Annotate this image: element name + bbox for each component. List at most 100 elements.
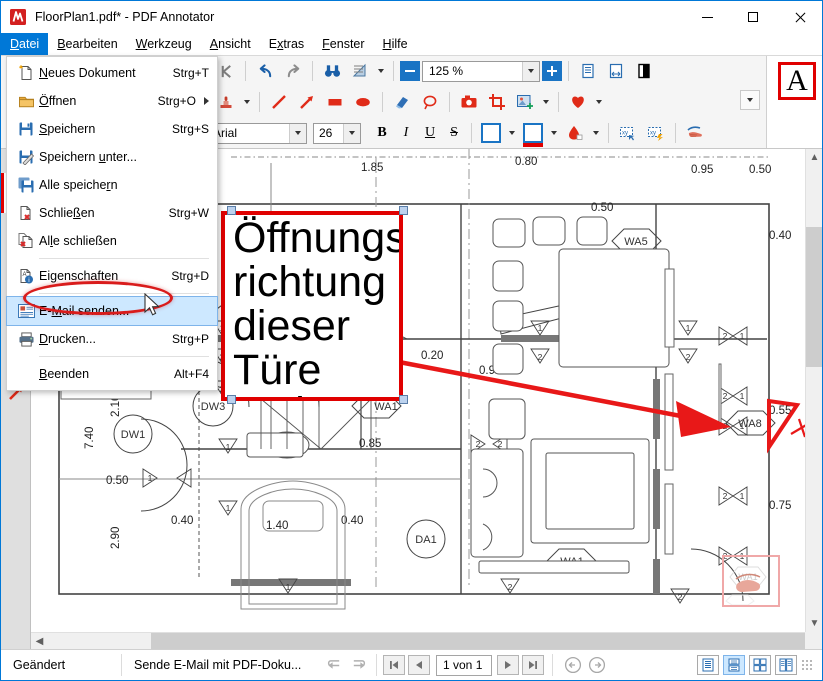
open-folder-icon: [13, 94, 39, 109]
page-presentation-button[interactable]: [347, 59, 373, 83]
fill-color-button[interactable]: [562, 121, 588, 145]
lasso-tool-button[interactable]: [417, 90, 443, 114]
scroll-up-button[interactable]: ▲: [806, 149, 822, 166]
maximize-button[interactable]: [730, 1, 776, 33]
xy-flash-button[interactable]: xy: [643, 121, 669, 145]
vertical-scroll-thumb[interactable]: [806, 227, 822, 367]
favorites-button[interactable]: [565, 90, 591, 114]
insert-image-dropdown[interactable]: [540, 90, 552, 114]
zoom-combobox[interactable]: 125 %: [422, 60, 540, 82]
view-continuous-button[interactable]: [723, 655, 745, 675]
menu-bearbeiten[interactable]: Bearbeiten: [48, 33, 126, 55]
arrow-tool-button[interactable]: [294, 90, 320, 114]
vertical-scrollbar[interactable]: ▲ ▼: [805, 149, 822, 632]
scroll-left-button[interactable]: ◀: [31, 633, 48, 649]
menu-item-oeffnen[interactable]: Öffnen Strg+O: [7, 87, 217, 115]
fit-width-button[interactable]: [603, 59, 629, 83]
menu-item-drucken[interactable]: Drucken... Strg+P: [7, 325, 217, 353]
bold-button[interactable]: B: [371, 122, 393, 144]
font-family-combobox[interactable]: Arial: [207, 122, 307, 144]
first-page-button[interactable]: [383, 655, 405, 675]
next-page-button[interactable]: [497, 655, 519, 675]
zoom-in-button[interactable]: [542, 61, 562, 81]
last-page-button[interactable]: [522, 655, 544, 675]
menu-item-eigenschaften[interactable]: Ai Eigenschaften Strg+D: [7, 262, 217, 290]
hand-swipe-button[interactable]: [682, 121, 708, 145]
view-book-button[interactable]: [775, 655, 797, 675]
eraser-tool-button[interactable]: [389, 90, 415, 114]
crop-tool-button[interactable]: [484, 90, 510, 114]
minimize-button[interactable]: [684, 1, 730, 33]
border-color-button[interactable]: [478, 121, 504, 145]
menu-ansicht[interactable]: Ansicht: [201, 33, 260, 55]
svg-text:1: 1: [148, 473, 153, 483]
fill-color-dropdown[interactable]: [590, 121, 602, 145]
back-arrow-icon: [564, 656, 582, 674]
line-tool-button[interactable]: [266, 90, 292, 114]
full-page-button[interactable]: [631, 59, 657, 83]
selection-handle[interactable]: [399, 395, 408, 404]
menu-item-beenden[interactable]: Beenden Alt+F4: [7, 360, 217, 388]
menu-item-speichern-unter[interactable]: Speichern unter...: [7, 143, 217, 171]
snapshot-tool-button[interactable]: [456, 90, 482, 114]
xy-select-button[interactable]: xy: [615, 121, 641, 145]
toolbar-overflow-button[interactable]: [740, 90, 760, 110]
menu-item-schliessen[interactable]: Schließen Strg+W: [7, 199, 217, 227]
view-single-page-button[interactable]: [697, 655, 719, 675]
redo-button[interactable]: [280, 59, 306, 83]
zoom-dropdown-arrow[interactable]: [522, 61, 539, 81]
chevron-down-icon: [747, 98, 753, 102]
menu-hilfe[interactable]: Hilfe: [374, 33, 417, 55]
text-color-dropdown[interactable]: [548, 121, 560, 145]
find-button[interactable]: [319, 59, 345, 83]
chevron-down-icon: [528, 69, 534, 73]
selection-handle[interactable]: [227, 206, 236, 215]
menu-item-neues-dokument[interactable]: Neues Dokument Strg+T: [7, 59, 217, 87]
font-size-combobox[interactable]: 26: [313, 122, 361, 144]
strikethrough-button[interactable]: S: [443, 122, 465, 144]
stamp-tool-dropdown[interactable]: [241, 90, 253, 114]
text-color-button[interactable]: [520, 121, 546, 147]
insert-image-button[interactable]: [512, 90, 538, 114]
resize-grip[interactable]: [801, 659, 813, 671]
next-view-button[interactable]: [346, 654, 370, 676]
menu-item-speichern[interactable]: Speichern Strg+S: [7, 115, 217, 143]
selection-handle[interactable]: [227, 395, 236, 404]
menu-item-shortcut: Strg+P: [171, 332, 209, 346]
ellipse-tool-button[interactable]: [350, 90, 376, 114]
page-presentation-dropdown[interactable]: [375, 59, 387, 83]
svg-text:0.40: 0.40: [171, 515, 193, 527]
selection-handle[interactable]: [399, 206, 408, 215]
close-button[interactable]: [776, 1, 822, 33]
border-color-dropdown[interactable]: [506, 121, 518, 145]
horizontal-scroll-thumb[interactable]: [151, 633, 805, 649]
favorites-dropdown[interactable]: [593, 90, 605, 114]
menu-werkzeug[interactable]: Werkzeug: [127, 33, 201, 55]
text-annotation-box[interactable]: Öffnungs- richtung dieser Türe ändern!: [221, 211, 403, 401]
zoom-out-button[interactable]: [400, 61, 420, 81]
scroll-down-button[interactable]: ▼: [806, 615, 822, 632]
forward-button[interactable]: [585, 654, 609, 676]
fit-page-button[interactable]: [575, 59, 601, 83]
previous-page-button[interactable]: [408, 655, 430, 675]
font-family-dropdown-arrow[interactable]: [289, 123, 306, 143]
italic-button[interactable]: I: [395, 122, 417, 144]
font-size-dropdown-arrow[interactable]: [343, 123, 360, 143]
horizontal-scrollbar[interactable]: ◀: [31, 632, 805, 649]
menu-fenster[interactable]: Fenster: [313, 33, 373, 55]
previous-view-button[interactable]: [322, 654, 346, 676]
view-facing-icon: [753, 658, 767, 672]
rectangle-tool-button[interactable]: [322, 90, 348, 114]
back-button[interactable]: [561, 654, 585, 676]
menu-item-alle-schliessen[interactable]: Alle schließen: [7, 227, 217, 255]
svg-text:2: 2: [508, 582, 513, 592]
menu-item-email-senden[interactable]: E-Mail senden...: [6, 296, 218, 326]
menu-item-alle-speichern[interactable]: Alle speichern: [7, 171, 217, 199]
page-indicator[interactable]: 1 von 1: [436, 654, 492, 676]
view-facing-button[interactable]: [749, 655, 771, 675]
menu-item-label: Schließen: [39, 206, 95, 220]
underline-button[interactable]: U: [419, 122, 441, 144]
undo-button[interactable]: [252, 59, 278, 83]
menu-datei[interactable]: Datei: [1, 33, 49, 55]
menu-extras[interactable]: Extras: [260, 33, 313, 55]
